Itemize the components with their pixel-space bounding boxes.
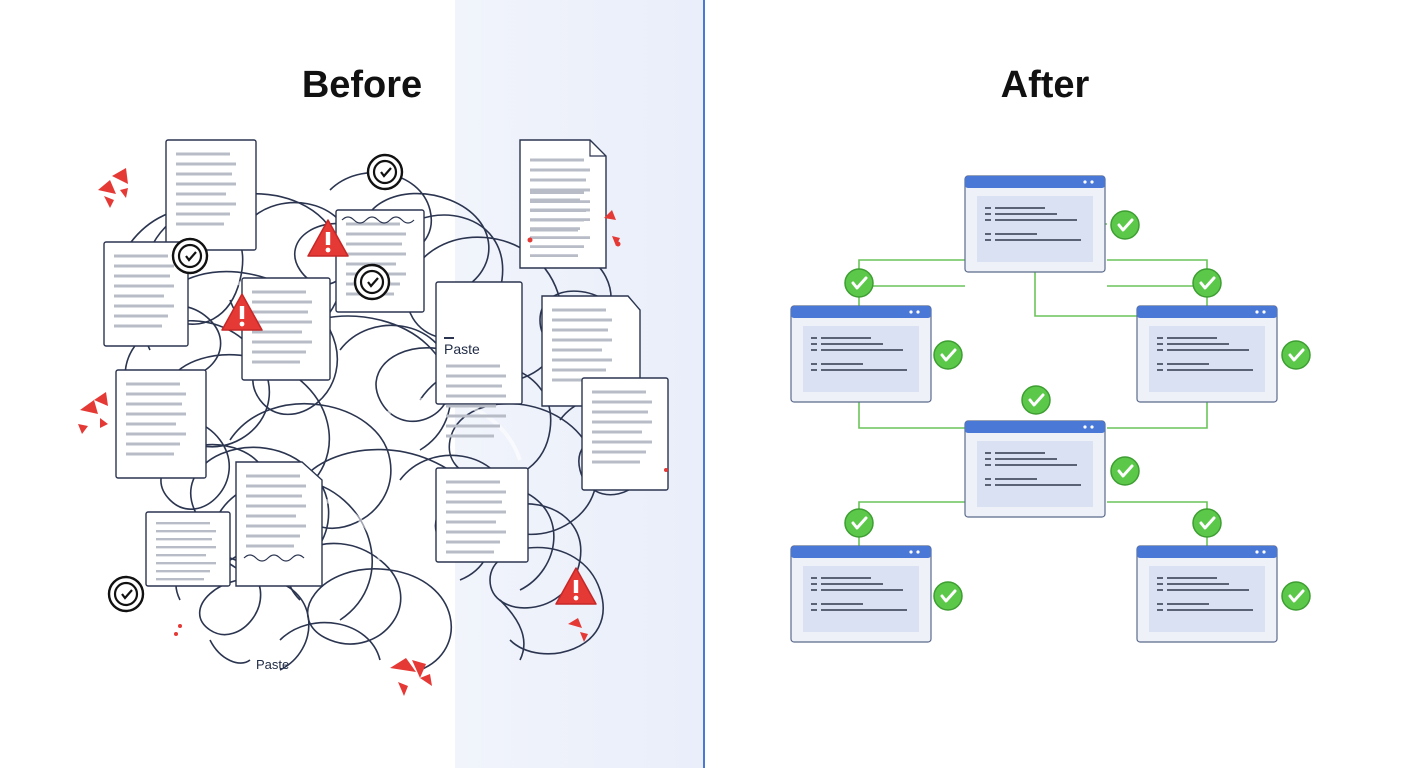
check-icon: [1191, 507, 1223, 539]
document-icon: [165, 139, 257, 251]
check-icon: [1191, 267, 1223, 299]
document-icon: [435, 467, 529, 563]
window-icon: [790, 305, 932, 403]
check-icon: [932, 339, 964, 371]
tree-diagram: [790, 175, 1312, 643]
window-icon: [964, 175, 1106, 273]
document-icon: [519, 139, 607, 269]
document-icon: [145, 511, 231, 587]
copyright-icon: [171, 237, 209, 275]
check-icon: [1280, 580, 1312, 612]
check-icon: [1280, 339, 1312, 371]
check-icon: [1109, 209, 1141, 241]
copyright-icon: [366, 153, 404, 191]
check-icon: [843, 507, 875, 539]
window-icon: [1136, 545, 1278, 643]
check-icon: [932, 580, 964, 612]
warning-icon: [555, 567, 597, 605]
copyright-icon: [353, 263, 391, 301]
copyright-icon: [107, 575, 145, 613]
after-panel: After: [705, 0, 1408, 768]
tangled-illustration: Paste Paste: [78, 139, 669, 696]
document-icon: [235, 461, 323, 587]
check-icon: [1020, 384, 1052, 416]
before-panel: Before Paste Paste: [0, 0, 703, 768]
paste-label: Paste: [444, 341, 480, 357]
paste-label: Paste: [256, 657, 289, 672]
window-icon: [964, 420, 1106, 518]
check-icon: [1109, 455, 1141, 487]
check-icon: [843, 267, 875, 299]
window-icon: [1136, 305, 1278, 403]
document-icon: [581, 377, 669, 491]
document-icon: [115, 369, 207, 479]
window-icon: [790, 545, 932, 643]
